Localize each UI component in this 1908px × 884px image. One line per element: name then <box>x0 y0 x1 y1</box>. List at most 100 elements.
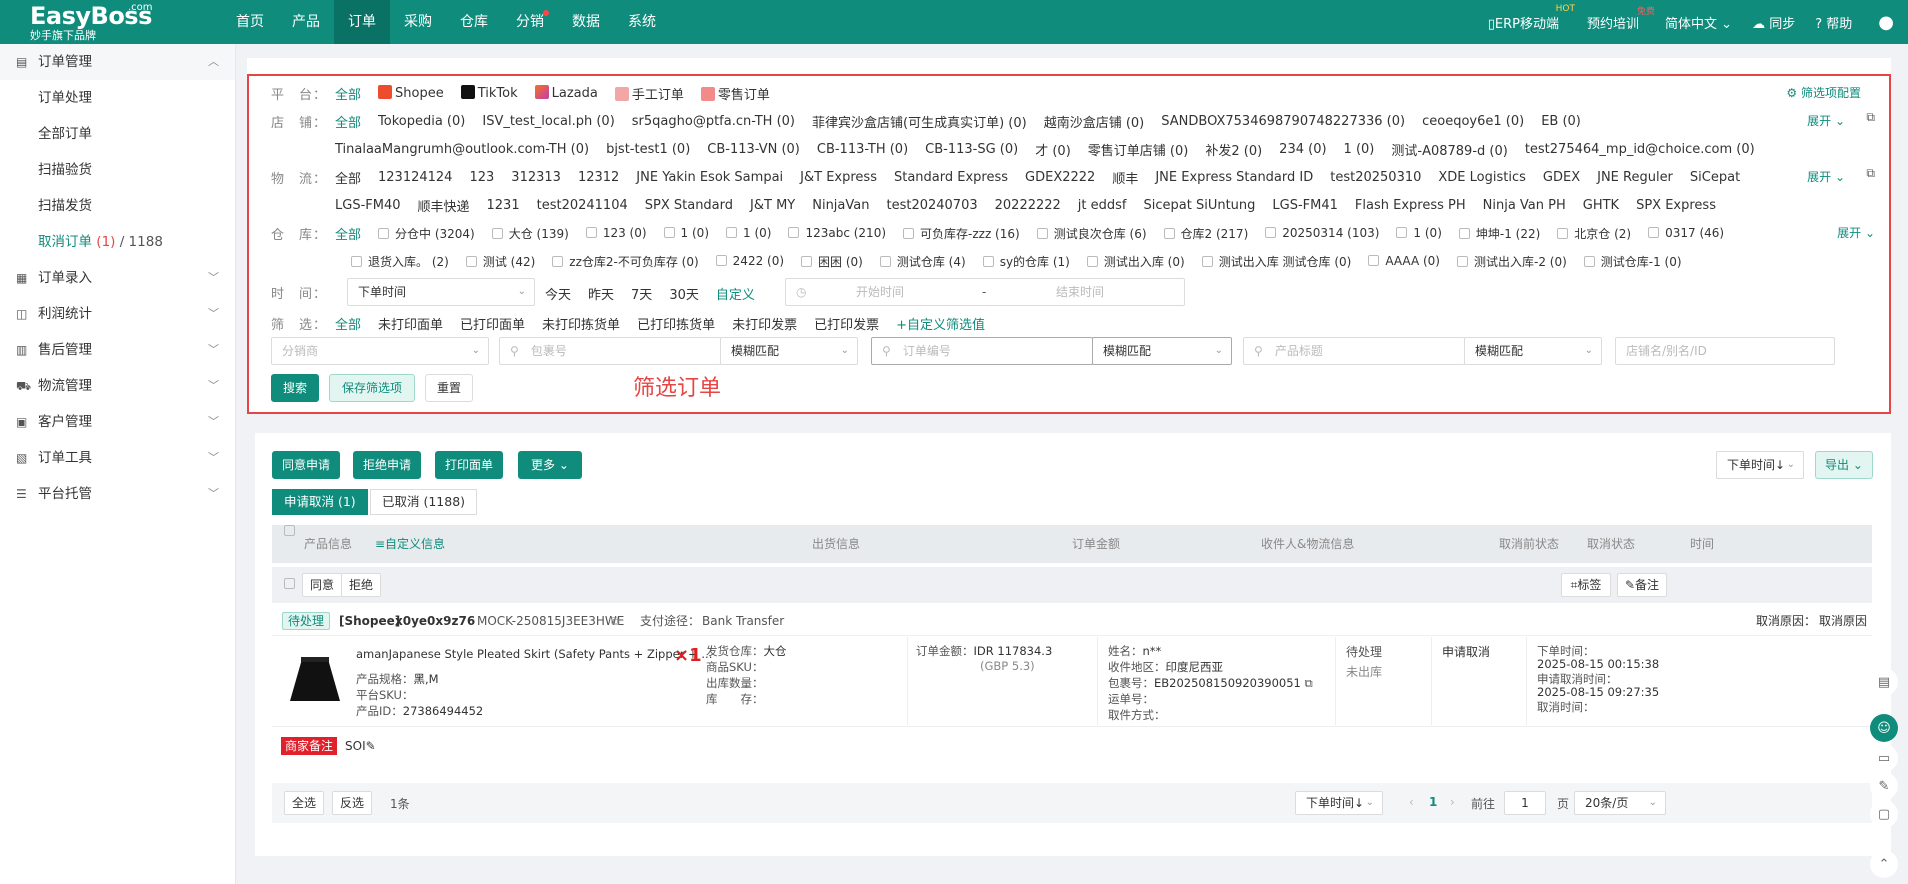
bulk-reject-button[interactable]: 拒绝 <box>341 573 381 597</box>
warehouse-checkbox[interactable]: 1 (0) <box>1396 226 1442 240</box>
store-option[interactable]: 补发2 (0) <box>1205 140 1262 159</box>
nav-order[interactable]: 订单 <box>334 0 390 44</box>
copy-icon[interactable]: ⧉ <box>1866 110 1875 125</box>
tab-cancelled[interactable]: 已取消 (1188) <box>370 489 478 515</box>
copy-icon[interactable]: ⧉ <box>611 606 620 636</box>
copy-icon[interactable]: ⧉ <box>1305 676 1313 690</box>
warehouse-checkbox[interactable]: 20250314 (103) <box>1265 226 1379 240</box>
user-avatar-icon[interactable]: ● <box>1878 12 1894 33</box>
sidebar-group-order-management[interactable]: ▤ 订单管理 ︿ <box>0 44 235 80</box>
sidebar-item-cancel-orders[interactable]: 取消订单 (1) / 1188 <box>0 224 235 260</box>
note-button[interactable]: ✎备注 <box>1617 573 1667 597</box>
order-number-search-input[interactable]: ⚲ 订单编号 <box>871 337 1093 365</box>
sidebar-item-scan-inspect[interactable]: 扫描验货 <box>0 152 235 188</box>
logistics-option[interactable]: Ninja Van PH <box>1483 198 1566 213</box>
warehouse-checkbox[interactable]: AAAA (0) <box>1368 254 1440 268</box>
warehouse-checkbox[interactable]: 测试出入库-2 (0) <box>1456 253 1567 270</box>
logistics-expand-button[interactable]: 展开 ⌄ <box>1807 168 1845 185</box>
logistics-option[interactable]: test20240703 <box>886 198 977 213</box>
logistics-option[interactable]: test20250310 <box>1330 170 1421 185</box>
platform-all[interactable]: 全部 <box>335 84 361 103</box>
custom-info-link[interactable]: ≡自定义信息 <box>375 525 445 563</box>
warehouse-checkbox[interactable]: 仓库2 (217) <box>1163 225 1248 242</box>
warehouse-checkbox[interactable]: 测试仓库 (4) <box>879 253 966 270</box>
print-filter-option[interactable]: 未打印发票 <box>732 314 797 333</box>
row-select-checkbox[interactable] <box>284 577 301 592</box>
logistics-option[interactable]: SiCepat <box>1690 170 1740 185</box>
sync-button[interactable]: ☁ 同步 <box>1752 13 1795 32</box>
store-option[interactable]: sr5qagho@ptfa.cn-TH (0) <box>632 114 795 129</box>
logistics-option[interactable]: Standard Express <box>894 170 1008 185</box>
time-30days[interactable]: 30天 <box>669 284 699 303</box>
more-dropdown[interactable]: 更多 ⌄ <box>518 451 582 479</box>
store-option[interactable]: 234 (0) <box>1279 142 1326 157</box>
warehouse-checkbox[interactable]: 困困 (0) <box>801 253 863 270</box>
sidebar-group-tools[interactable]: ▧ 订单工具 ﹀ <box>0 440 235 476</box>
warehouse-checkbox[interactable]: 测试出入库 测试仓库 (0) <box>1201 253 1351 270</box>
invert-selection-button[interactable]: 反选 <box>332 791 372 815</box>
logistics-option[interactable]: jt eddsf <box>1078 198 1127 213</box>
platform-lazada[interactable]: Lazada <box>534 85 598 101</box>
logistics-option[interactable]: LGS-FM40 <box>335 198 401 213</box>
export-dropdown[interactable]: 导出 ⌄ <box>1815 451 1873 479</box>
logistics-option[interactable]: SPX Standard <box>645 198 733 213</box>
store-option[interactable]: 1 (0) <box>1344 142 1375 157</box>
logistics-option[interactable]: 20222222 <box>995 198 1061 213</box>
store-option[interactable]: SANDBOX7534698790748227336 (0) <box>1161 114 1405 129</box>
nav-data[interactable]: 数据 <box>558 0 614 44</box>
nav-purchase[interactable]: 采购 <box>390 0 446 44</box>
store-option[interactable]: 菲律宾沙盒店铺(可生成真实订单) (0) <box>812 112 1027 131</box>
store-all[interactable]: 全部 <box>335 112 361 131</box>
sort-select[interactable]: 下单时间↓ ⌄ <box>1716 451 1804 479</box>
warehouse-expand-button[interactable]: 展开 ⌄ <box>1837 224 1875 241</box>
logistics-option[interactable]: 顺丰 <box>1112 168 1138 187</box>
warehouse-checkbox[interactable]: 测试良次仓库 (6) <box>1036 225 1147 242</box>
nav-warehouse[interactable]: 仓库 <box>446 0 502 44</box>
warehouse-checkbox[interactable]: 0317 (46) <box>1648 226 1724 240</box>
footer-sort-select[interactable]: 下单时间↓ ⌄ <box>1295 791 1383 815</box>
time-custom[interactable]: 自定义 <box>716 284 755 303</box>
logistics-option[interactable]: JNE Express Standard ID <box>1155 170 1313 185</box>
store-option[interactable]: 零售订单店铺 (0) <box>1088 140 1189 159</box>
nav-home[interactable]: 首页 <box>222 0 278 44</box>
logistics-option[interactable]: J&T Express <box>800 170 877 185</box>
warehouse-checkbox[interactable]: zz仓库2-不可负库存 (0) <box>552 253 699 270</box>
logistics-option[interactable]: NinjaVan <box>812 198 869 213</box>
store-option[interactable]: 才 (0) <box>1035 140 1071 159</box>
logistics-option[interactable]: GDEX <box>1543 170 1580 185</box>
page-size-select[interactable]: 20条/页 ⌄ <box>1574 791 1666 815</box>
store-option[interactable]: Tokopedia (0) <box>378 114 465 129</box>
print-filter-option[interactable]: 未打印面单 <box>378 314 443 333</box>
nav-system[interactable]: 系统 <box>614 0 670 44</box>
logistics-option[interactable]: JNE Yakin Esok Sampai <box>636 170 783 185</box>
store-option[interactable]: test275464_mp_id@choice.com (0) <box>1525 142 1755 157</box>
package-match-select[interactable]: 模糊匹配 ⌄ <box>720 337 858 365</box>
print-label-button[interactable]: 打印面单 <box>435 451 503 479</box>
logistics-option[interactable]: 312313 <box>511 170 561 185</box>
tab-apply-cancel[interactable]: 申请取消 (1) <box>272 489 368 515</box>
store-option[interactable]: CB-113-SG (0) <box>925 142 1018 157</box>
sidebar-item-order-process[interactable]: 订单处理 <box>0 80 235 116</box>
store-option[interactable]: CB-113-VN (0) <box>707 142 800 157</box>
sidebar-group-profit[interactable]: ◫ 利润统计 ﹀ <box>0 296 235 332</box>
store-option[interactable]: EB (0) <box>1541 114 1581 129</box>
time-type-select[interactable]: 下单时间 ⌄ <box>347 278 535 306</box>
save-filter-button[interactable]: 保存筛选项 <box>329 374 415 402</box>
print-filter-all[interactable]: 全部 <box>335 314 361 333</box>
time-yesterday[interactable]: 昨天 <box>588 284 614 303</box>
back-to-top-icon[interactable]: ⌃ <box>1870 850 1898 878</box>
search-button[interactable]: 搜索 <box>271 374 319 402</box>
goto-page-input[interactable]: 1 <box>1504 791 1546 815</box>
logistics-option[interactable]: 1231 <box>487 198 520 213</box>
sidebar-group-order-entry[interactable]: ▦ 订单录入 ﹀ <box>0 260 235 296</box>
warehouse-checkbox[interactable]: sy的仓库 (1) <box>982 253 1070 270</box>
platform-manual[interactable]: 手工订单 <box>614 84 684 103</box>
warehouse-checkbox[interactable]: 北京仓 (2) <box>1557 225 1631 242</box>
store-option[interactable]: bjst-test1 (0) <box>606 142 690 157</box>
sidebar-group-logistics[interactable]: ⛟ 物流管理 ﹀ <box>0 368 235 404</box>
warehouse-checkbox[interactable]: 2422 (0) <box>715 254 784 268</box>
tag-button[interactable]: ⌗标签 <box>1561 573 1611 597</box>
platform-retail[interactable]: 零售订单 <box>700 84 770 103</box>
print-filter-option[interactable]: 已打印拣货单 <box>637 314 715 333</box>
logistics-option[interactable]: GHTK <box>1583 198 1619 213</box>
